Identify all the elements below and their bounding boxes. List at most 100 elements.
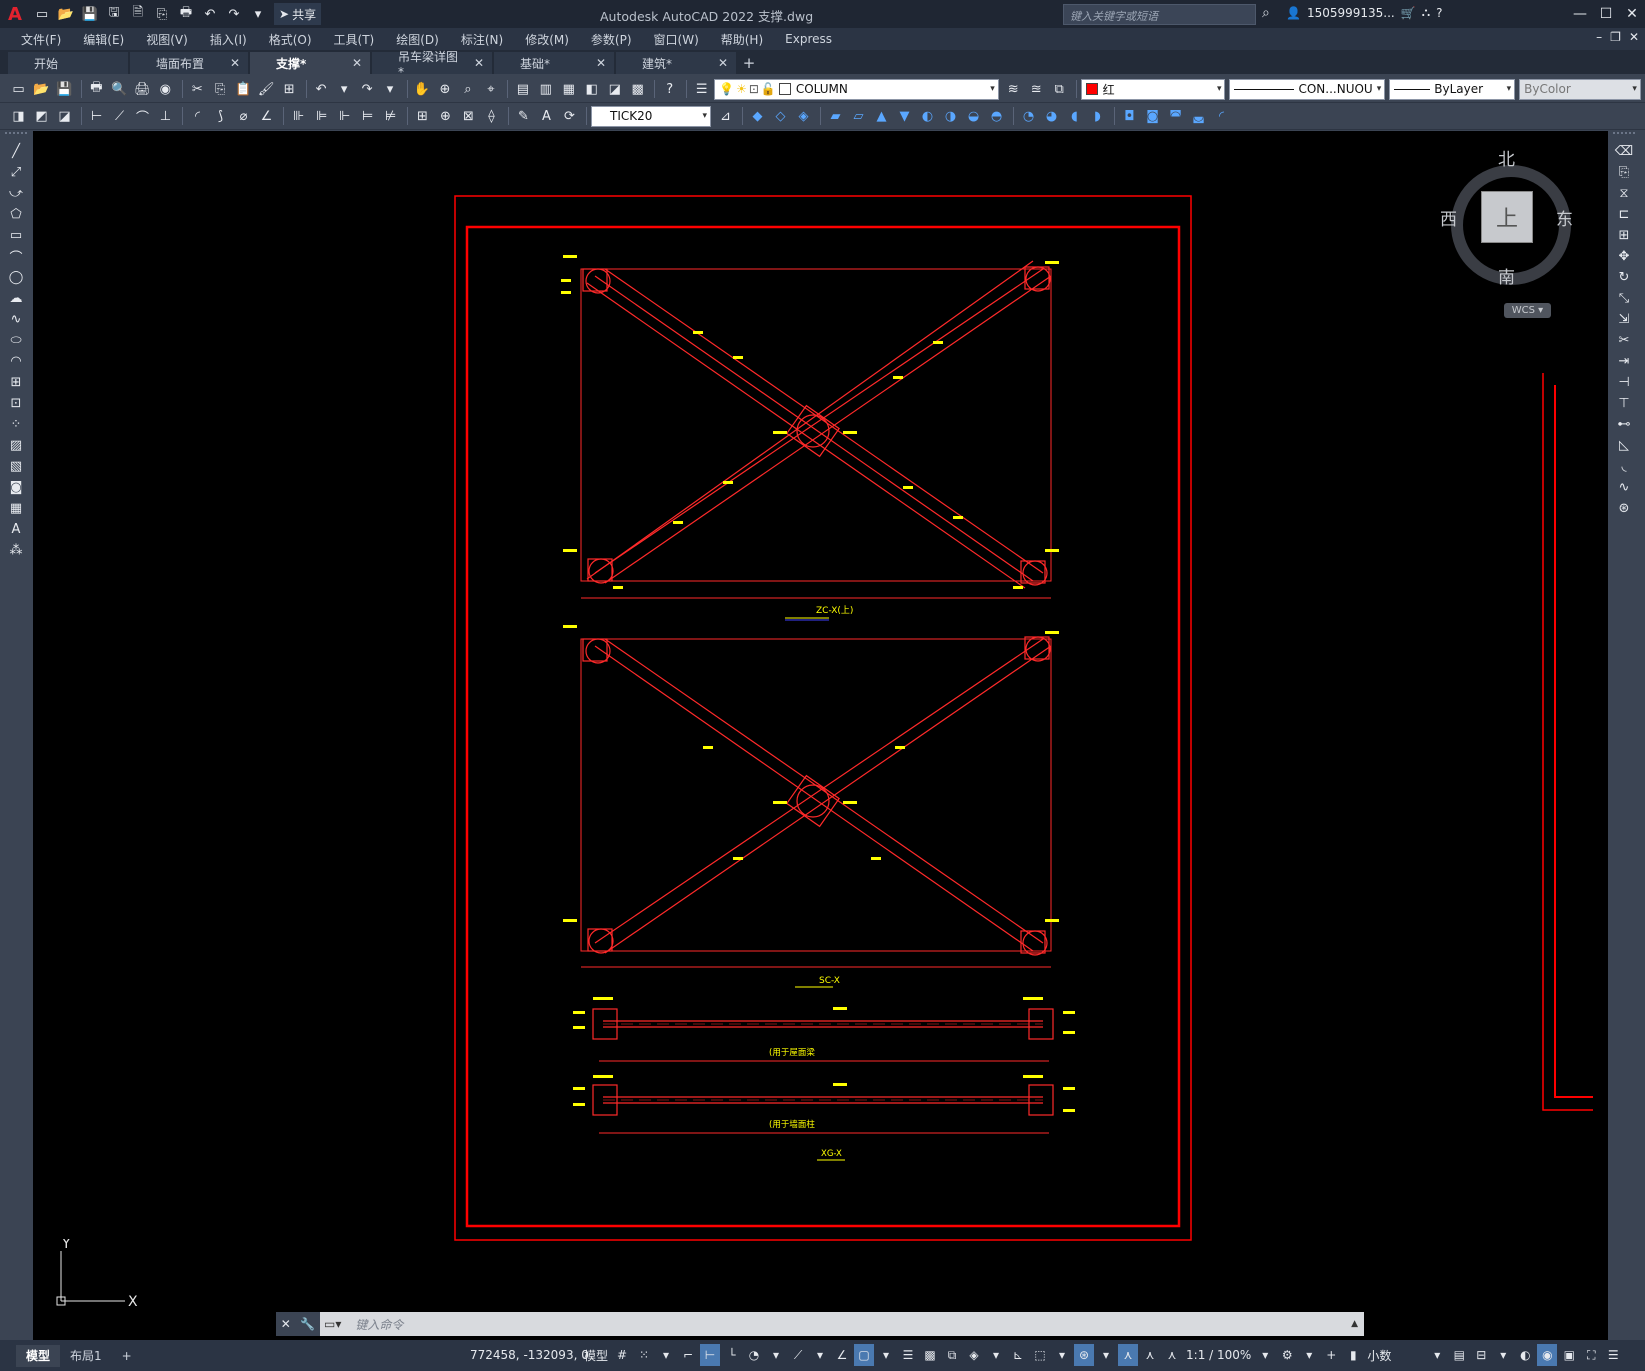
drawing-canvas[interactable]: ZC-X(上) SC-X (用于屋面梁 (用于墙面柱 XG-X Y X xyxy=(33,131,1608,1340)
region-icon[interactable]: ◙ xyxy=(5,478,27,497)
tab-bracing[interactable]: 支撑* ✕ xyxy=(250,52,370,74)
close-icon[interactable]: ✕ xyxy=(352,56,362,70)
menu-window[interactable]: 窗口(W) xyxy=(643,31,710,48)
3d-osnap-dropdown-icon[interactable]: ▾ xyxy=(986,1344,1006,1366)
layer-previous-icon[interactable]: ≊ xyxy=(1026,79,1047,100)
cylinder-icon[interactable]: ◜ xyxy=(1211,106,1232,127)
redo-icon[interactable]: ↷ xyxy=(223,4,245,24)
annotation-visibility-icon[interactable]: ⋏ xyxy=(1118,1344,1139,1366)
dim-style-icon[interactable]: ⊿ xyxy=(715,106,736,127)
copy-icon[interactable]: ⎘ xyxy=(1613,163,1635,182)
doc-restore-icon[interactable]: ❐ xyxy=(1610,30,1621,44)
clean-screen-icon[interactable]: ⛶ xyxy=(1581,1344,1601,1366)
chamfer-icon[interactable]: ◺ xyxy=(1613,436,1635,455)
object-snap-icon[interactable]: ▢ xyxy=(854,1344,875,1366)
toolbar-grip[interactable] xyxy=(1613,132,1635,138)
selection-filter-icon[interactable]: ⬚ xyxy=(1030,1344,1050,1366)
tab-architecture[interactable]: 建筑* ✕ xyxy=(616,52,736,74)
gizmo-icon[interactable]: ⊛ xyxy=(1074,1344,1095,1366)
new-tab-button[interactable]: + xyxy=(738,52,760,74)
tool-palettes-icon[interactable]: ▦ xyxy=(558,79,579,100)
imprint-icon[interactable]: ◖ xyxy=(1064,106,1085,127)
menu-modify[interactable]: 修改(M) xyxy=(514,31,580,48)
dynamic-input-icon[interactable]: ⊢ xyxy=(700,1344,721,1366)
plot-icon[interactable]: 🖶 xyxy=(86,79,107,100)
menu-express[interactable]: Express xyxy=(774,32,843,46)
polar-dropdown-icon[interactable]: ▾ xyxy=(766,1344,786,1366)
viewcube-top-face[interactable]: 上 xyxy=(1481,191,1533,243)
ellipse-arc-icon[interactable]: ◠ xyxy=(5,352,27,371)
lineweight-dropdown[interactable]: ByLayer ▾ xyxy=(1389,78,1516,100)
doc-close-icon[interactable]: ✕ xyxy=(1629,30,1639,44)
menu-dimension[interactable]: 标注(N) xyxy=(450,31,514,48)
shell-icon[interactable]: ◙ xyxy=(1142,106,1163,127)
units-icon[interactable]: ▮ xyxy=(1343,1344,1363,1366)
plot-preview-icon[interactable]: 🔍 xyxy=(109,79,130,100)
isodraft-dropdown-icon[interactable]: ▾ xyxy=(810,1344,830,1366)
autocad-logo-icon[interactable]: A xyxy=(0,0,30,28)
dim-break-icon[interactable]: ⊭ xyxy=(380,106,401,127)
multiline-text-icon[interactable]: A xyxy=(5,520,27,539)
ellipse-icon[interactable]: ⬭ xyxy=(5,331,27,350)
search-input[interactable]: 键入关键字或短语 xyxy=(1063,4,1256,25)
isodraft-icon[interactable]: ⟋ xyxy=(788,1344,808,1366)
maximize-button[interactable]: ☐ xyxy=(1593,0,1619,28)
workspace-gear-icon[interactable]: ⚙ xyxy=(1277,1344,1297,1366)
doc-minimize-icon[interactable]: – xyxy=(1596,30,1602,44)
ortho-icon[interactable]: └ xyxy=(722,1344,742,1366)
jogged-dim-icon[interactable]: ⟆ xyxy=(210,106,231,127)
hardware-acceleration-icon[interactable]: ◉ xyxy=(1537,1344,1558,1366)
selection-filter-dropdown-icon[interactable]: ▾ xyxy=(1052,1344,1072,1366)
layer-states-icon[interactable]: ⧉ xyxy=(1049,79,1070,100)
explode-icon[interactable]: ⊛ xyxy=(1613,499,1635,518)
grid-icon[interactable]: # xyxy=(612,1344,632,1366)
color-faces-icon[interactable]: ◓ xyxy=(986,106,1007,127)
design-center-icon[interactable]: ▥ xyxy=(535,79,556,100)
minimize-button[interactable]: — xyxy=(1567,0,1593,28)
search-icon[interactable]: ⌕ xyxy=(1262,5,1270,21)
extend-icon[interactable]: ⇥ xyxy=(1613,352,1635,371)
compass-north[interactable]: 北 xyxy=(1498,145,1515,170)
properties-icon[interactable]: ▤ xyxy=(512,79,533,100)
publish-icon[interactable]: 🖨 xyxy=(132,79,153,100)
zoom-realtime-icon[interactable]: ⊕ xyxy=(434,79,455,100)
command-history-icon[interactable]: ▭▾ xyxy=(320,1317,345,1331)
menu-file[interactable]: 文件(F) xyxy=(10,31,72,48)
command-input[interactable]: 键入命令 xyxy=(345,1316,1351,1333)
make-block-icon[interactable]: ⊡ xyxy=(5,394,27,413)
erase-icon[interactable]: ⌫ xyxy=(1613,142,1635,161)
graphics-performance-icon[interactable]: ▣ xyxy=(1559,1344,1579,1366)
auto-scale-icon[interactable]: ⋏ xyxy=(1140,1344,1160,1366)
scale-icon[interactable]: ⤡ xyxy=(1613,289,1635,308)
transparency-icon[interactable]: ▩ xyxy=(920,1344,940,1366)
menu-help[interactable]: 帮助(H) xyxy=(710,31,774,48)
break-at-point-icon[interactable]: ⊣ xyxy=(1613,373,1635,392)
snap-dropdown-icon[interactable]: ▾ xyxy=(656,1344,676,1366)
close-icon[interactable]: ✕ xyxy=(718,56,728,70)
tab-crane-beam[interactable]: 吊车梁详图* ✕ xyxy=(372,50,492,79)
user-account[interactable]: 👤 1505999135... 🛒 ⛬ ? xyxy=(1286,5,1442,20)
quick-dim-icon[interactable]: ⊪ xyxy=(288,106,309,127)
wcs-menu-button[interactable]: WCS ▾ xyxy=(1504,303,1551,318)
copy-faces-icon[interactable]: ◒ xyxy=(963,106,984,127)
scale-dropdown-icon[interactable]: ▾ xyxy=(1255,1344,1275,1366)
qnew-icon[interactable]: ▭ xyxy=(31,4,53,24)
add-selected-icon[interactable]: ⁂ xyxy=(5,541,27,560)
table-icon[interactable]: ▦ xyxy=(5,499,27,518)
offset-faces-icon[interactable]: ▲ xyxy=(871,106,892,127)
customize-icon[interactable]: ☰ xyxy=(1603,1344,1623,1366)
close-button[interactable]: ✕ xyxy=(1619,0,1645,28)
fillet-icon[interactable]: ◟ xyxy=(1613,457,1635,476)
rectangle-icon[interactable]: ▭ xyxy=(5,226,27,245)
point-icon[interactable]: ⁘ xyxy=(5,415,27,434)
color-edges-icon[interactable]: ◕ xyxy=(1041,106,1062,127)
osnap-dropdown-icon[interactable]: ▾ xyxy=(876,1344,896,1366)
menu-parametric[interactable]: 参数(P) xyxy=(580,31,643,48)
markup-icon[interactable]: ◪ xyxy=(604,79,625,100)
saveas-icon[interactable]: 🖫 xyxy=(103,4,125,24)
copy-icon[interactable]: ⎘ xyxy=(210,79,231,100)
workspace-dropdown-icon[interactable]: ▾ xyxy=(1299,1344,1319,1366)
customize-qa-icon[interactable]: ▾ xyxy=(247,4,269,24)
selection-cycling-icon[interactable]: ⧉ xyxy=(942,1344,962,1366)
separate-icon[interactable]: ◘ xyxy=(1119,106,1140,127)
